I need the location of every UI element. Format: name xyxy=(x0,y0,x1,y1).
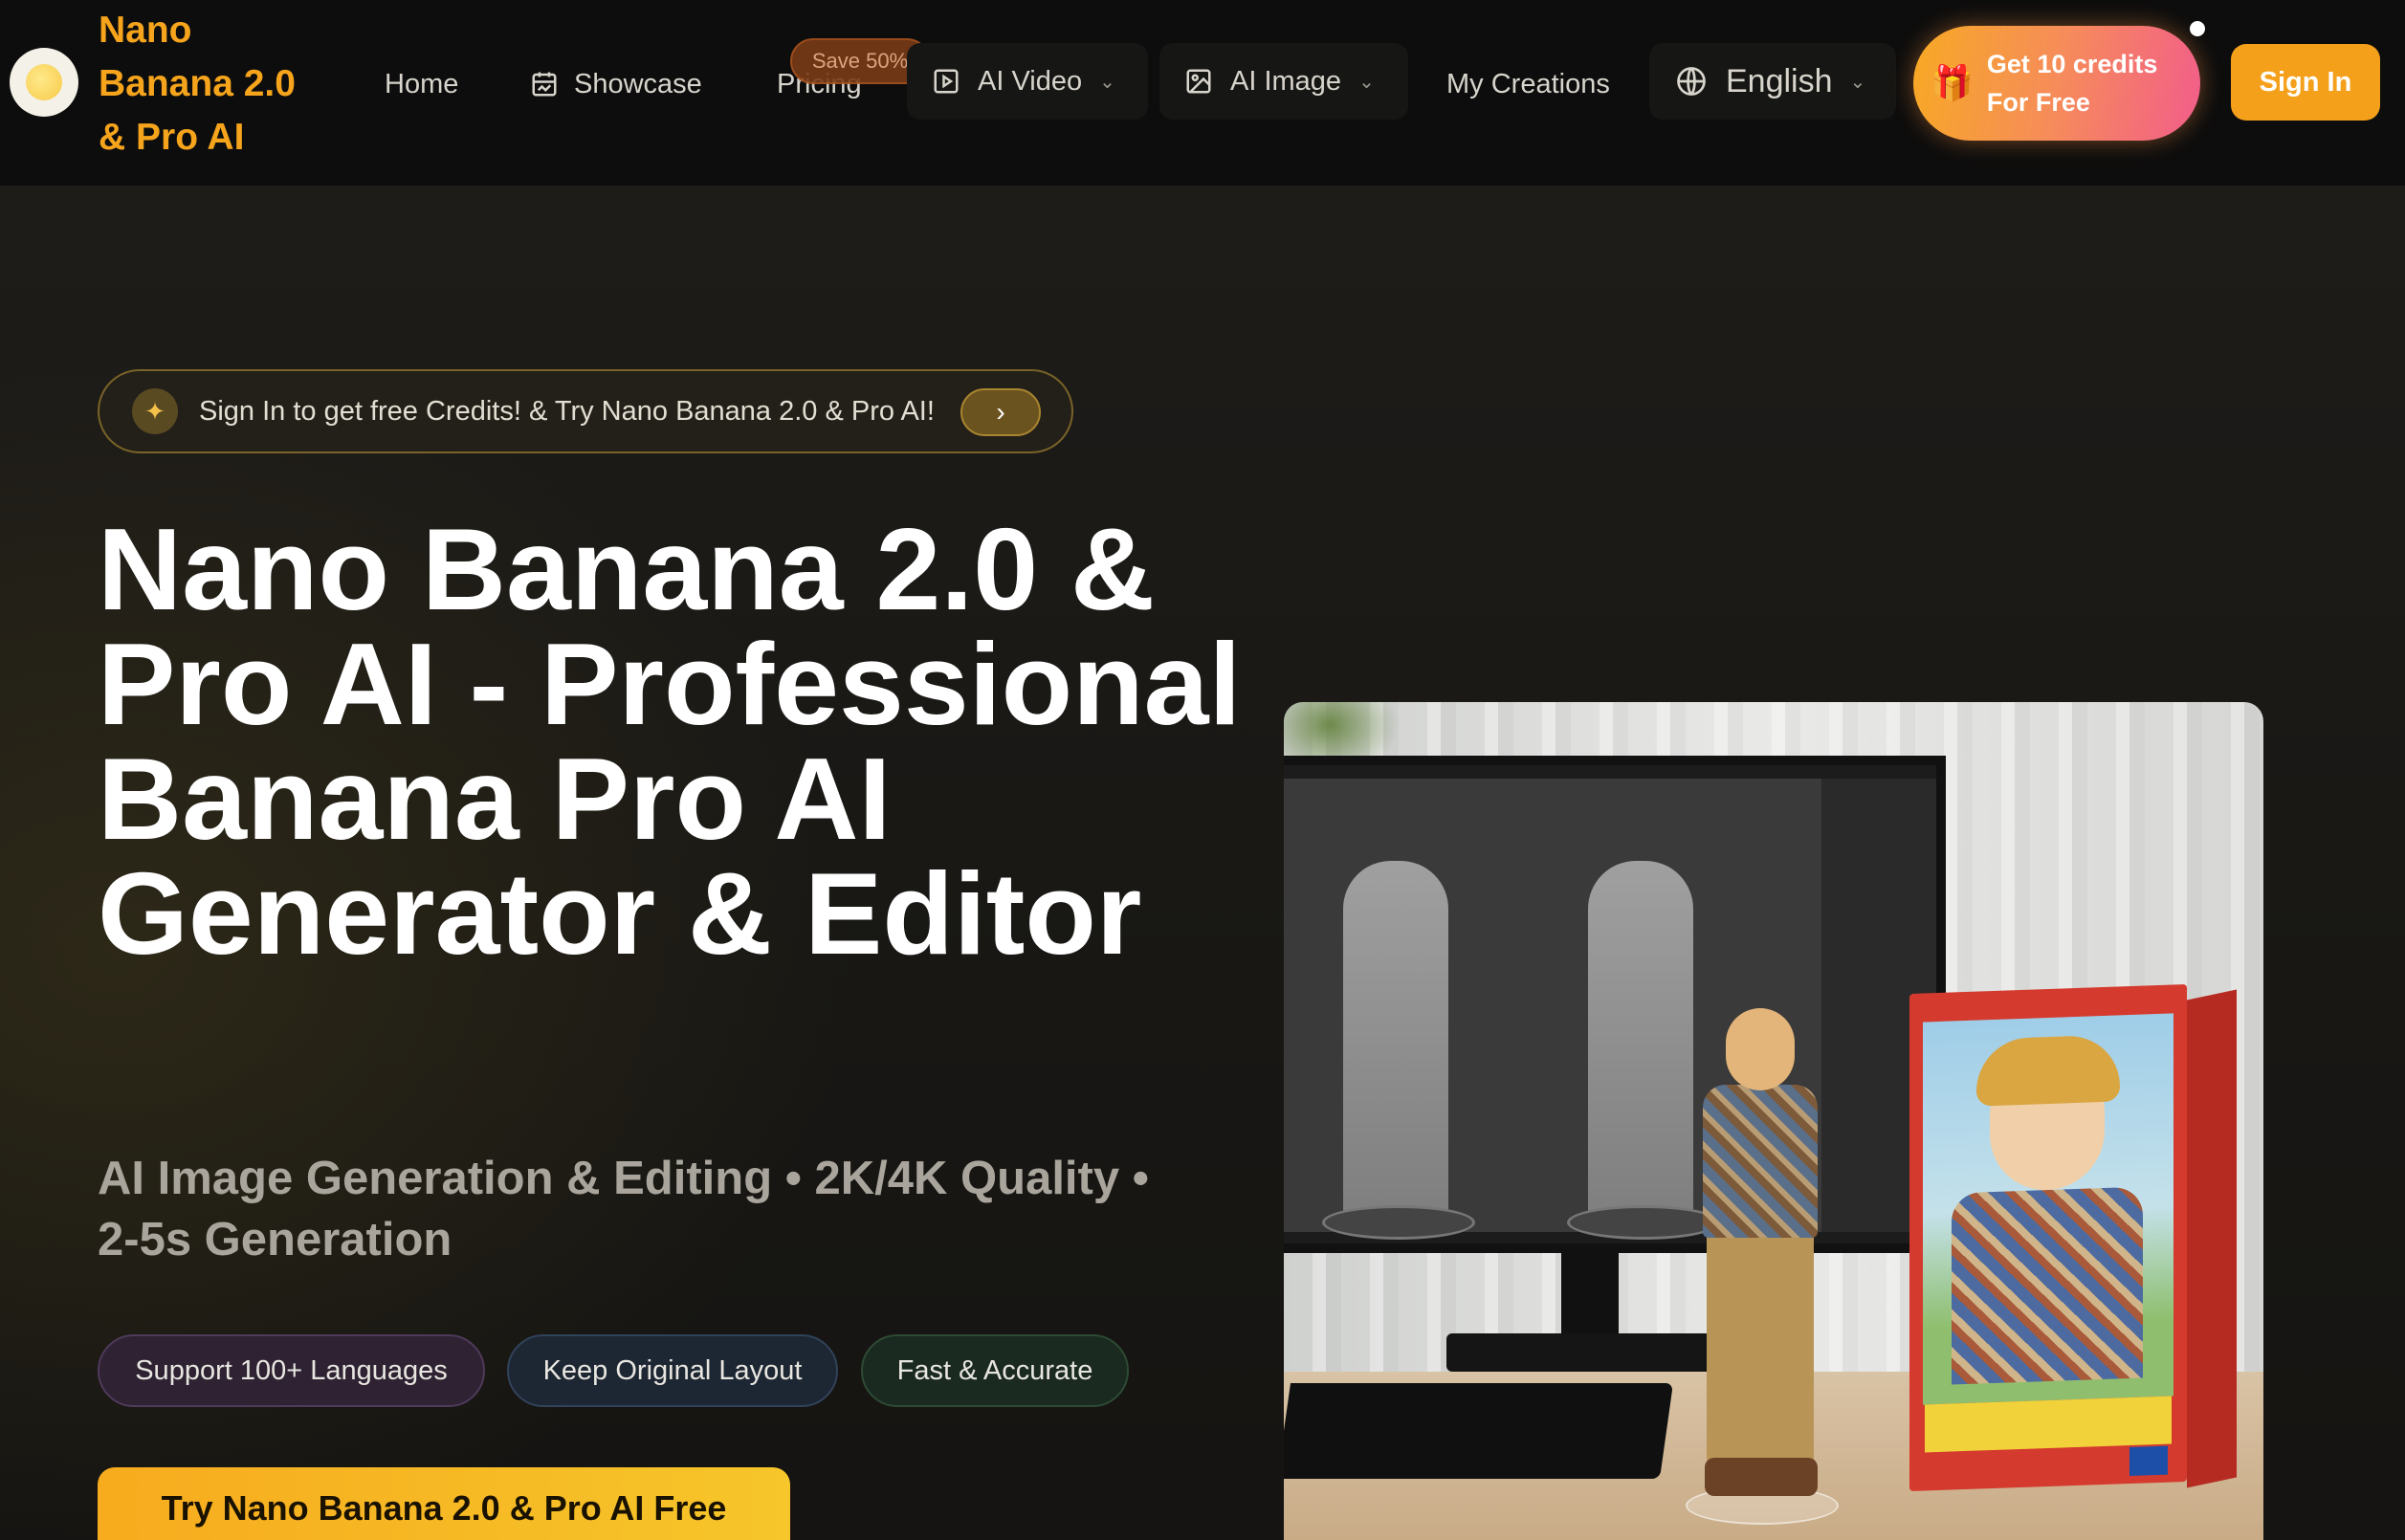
3d-model-figure xyxy=(1343,861,1448,1234)
monitor-image xyxy=(1284,756,1946,1253)
art-hair xyxy=(1976,1034,2120,1107)
calendar-image-icon xyxy=(532,72,557,97)
nav-ai-image-label: AI Image xyxy=(1230,65,1342,97)
figurine-head xyxy=(1726,1008,1795,1090)
chevron-down-icon: ⌄ xyxy=(1849,71,1866,93)
logo-icon[interactable] xyxy=(10,48,78,117)
toy-box-side xyxy=(2187,989,2237,1488)
monitor-stand xyxy=(1561,1253,1619,1339)
sign-in-button[interactable]: Sign In xyxy=(2231,44,2380,121)
toy-box-image xyxy=(1909,983,2187,1492)
language-label: English xyxy=(1726,62,1833,99)
credits-label: Get 10 credits For Free xyxy=(1986,50,2158,117)
bandai-logo xyxy=(2129,1445,2168,1477)
art-shirt xyxy=(1952,1186,2143,1385)
promo-banner[interactable]: ✦ Sign In to get free Credits! & Try Nan… xyxy=(98,369,1073,453)
nav-showcase[interactable]: Showcase xyxy=(530,57,702,111)
feature-tag-fast: Fast & Accurate xyxy=(861,1334,1129,1407)
nav-ai-video-dropdown[interactable]: AI Video ⌄ xyxy=(907,43,1148,120)
nav-my-creations-label: My Creations xyxy=(1446,68,1610,99)
chevron-right-icon[interactable]: › xyxy=(960,388,1041,436)
hero-subtitle: AI Image Generation & Editing • 2K/4K Qu… xyxy=(98,1153,1149,1265)
notification-dot xyxy=(2190,21,2205,36)
nav-home[interactable]: Home xyxy=(385,57,458,111)
nav-ai-video-label: AI Video xyxy=(978,65,1083,97)
brand-name[interactable]: Nano Banana 2.0 & Pro AI xyxy=(99,4,338,165)
nav-showcase-label: Showcase xyxy=(574,68,702,99)
play-square-icon xyxy=(934,69,959,94)
figurine-boots xyxy=(1705,1458,1818,1496)
logo-yolk xyxy=(26,64,62,100)
language-selector[interactable]: English ⌄ xyxy=(1649,43,1896,120)
showcase-image xyxy=(1284,702,2263,1540)
promo-text: Sign In to get free Credits! & Try Nano … xyxy=(199,395,935,427)
nav-my-creations[interactable]: My Creations xyxy=(1446,57,1610,111)
figurine-shirt xyxy=(1703,1085,1818,1238)
top-navigation: Nano Banana 2.0 & Pro AI Home Showcase P… xyxy=(0,0,2405,187)
chevron-down-icon: ⌄ xyxy=(1358,71,1375,93)
gift-icon: 🎁 xyxy=(1931,63,1974,102)
sparkle-icon: ✦ xyxy=(132,388,178,434)
globe-icon xyxy=(1677,67,1706,96)
try-free-button[interactable]: Try Nano Banana 2.0 & Pro AI Free xyxy=(98,1467,790,1540)
chevron-down-icon: ⌄ xyxy=(1099,71,1115,93)
3d-model-figure xyxy=(1588,861,1693,1234)
toy-box-art xyxy=(1923,1013,2173,1405)
toy-box-title xyxy=(1925,1396,2172,1453)
nav-home-label: Home xyxy=(385,68,459,99)
figurine-image xyxy=(1686,1008,1839,1525)
3d-model-base xyxy=(1322,1205,1475,1240)
hero-title: Nano Banana 2.0 & Pro AI - Professional … xyxy=(98,504,1242,979)
image-icon xyxy=(1186,69,1211,94)
nav-ai-image-dropdown[interactable]: AI Image ⌄ xyxy=(1159,43,1408,120)
get-free-credits-button[interactable]: 🎁 Get 10 credits For Free xyxy=(1913,26,2200,141)
feature-tag-languages: Support 100+ Languages xyxy=(98,1334,485,1407)
keyboard-image xyxy=(1284,1383,1674,1479)
feature-tag-layout: Keep Original Layout xyxy=(507,1334,838,1407)
